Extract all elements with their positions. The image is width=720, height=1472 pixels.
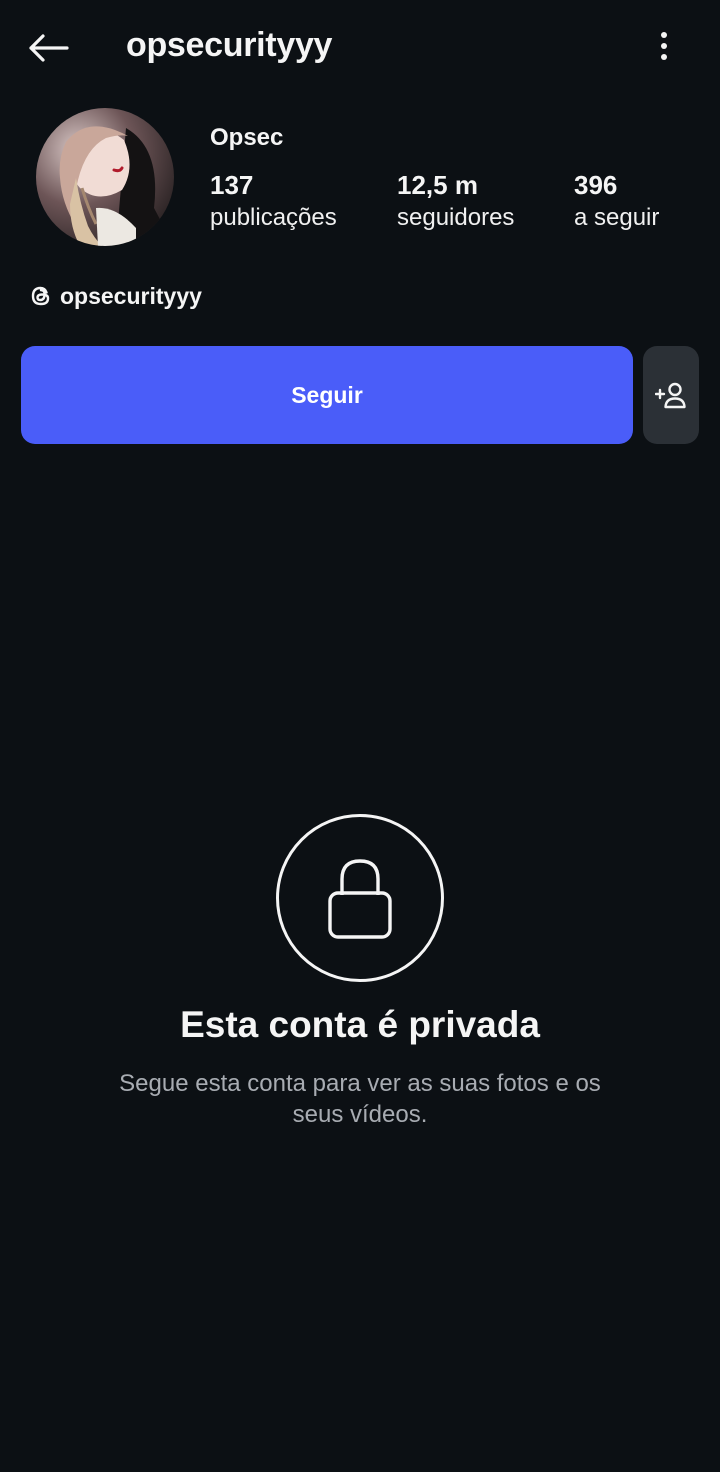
lock-icon: [328, 859, 392, 939]
private-account-title: Esta conta é privada: [180, 1004, 540, 1045]
follow-button[interactable]: Seguir: [21, 346, 633, 444]
threads-icon: [31, 286, 50, 306]
stat-followers-count: 12,5 m: [397, 170, 478, 200]
stat-followers[interactable]: 12,5 m seguidores: [397, 168, 514, 234]
arrow-left-icon: [29, 34, 69, 62]
stat-following[interactable]: 396 a seguir: [574, 168, 659, 234]
page-title: opsecurityyy: [126, 26, 333, 64]
stat-followers-label: seguidores: [397, 204, 515, 231]
display-name: Opsec: [210, 124, 284, 151]
private-account-subtitle: Segue esta conta para ver as suas fotos …: [119, 1070, 601, 1128]
top-bar: opsecurityyy: [0, 0, 720, 92]
avatar[interactable]: [36, 108, 174, 246]
profile-photo: [36, 108, 174, 246]
stat-following-label: a seguir: [574, 204, 660, 231]
threads-handle: opsecurityyy: [60, 282, 202, 309]
threads-profile-link[interactable]: opsecurityyy: [28, 278, 202, 314]
private-lock-badge: [276, 814, 444, 982]
add-person-icon: [655, 382, 686, 409]
more-options-button[interactable]: [644, 26, 684, 66]
more-vertical-icon: [661, 32, 667, 60]
back-button[interactable]: [24, 26, 72, 70]
stat-posts-label: publicações: [210, 204, 337, 231]
stat-following-count: 396: [574, 170, 618, 200]
stat-posts[interactable]: 137 publicações: [210, 168, 337, 234]
suggested-accounts-button[interactable]: [643, 346, 699, 444]
stat-posts-count: 137: [210, 170, 254, 200]
